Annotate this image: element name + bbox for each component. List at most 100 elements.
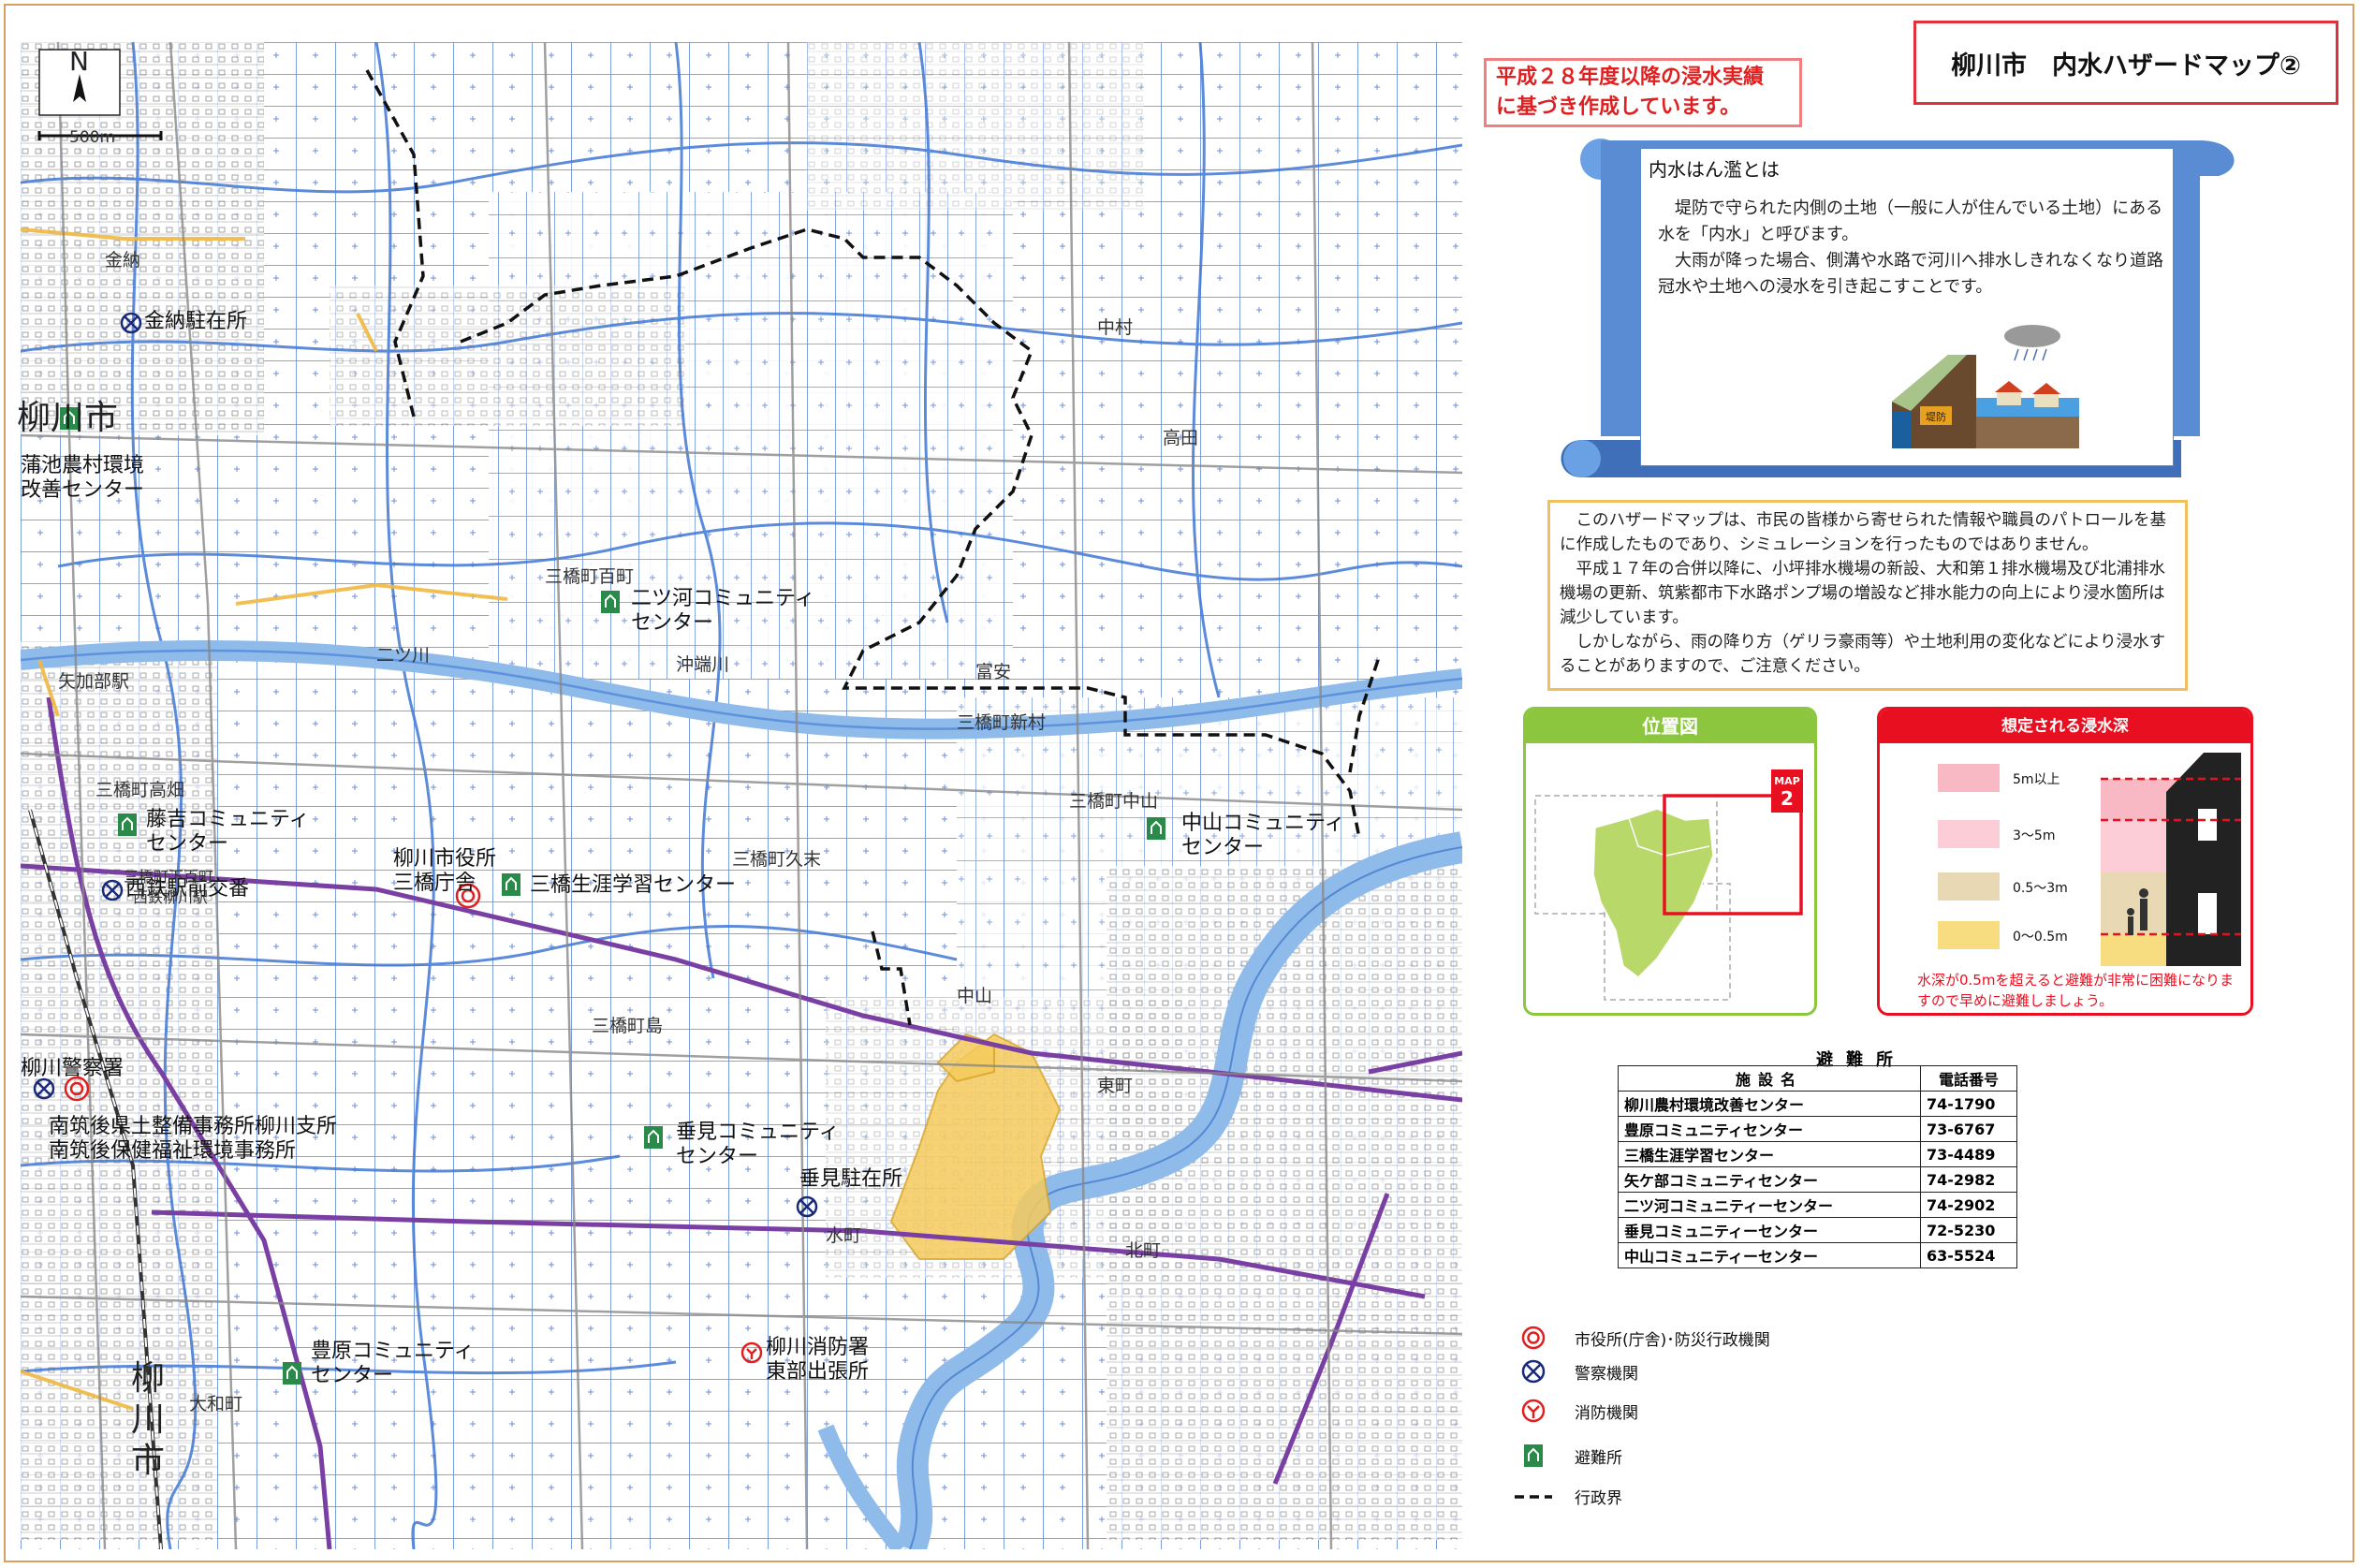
map-explanation: このハザードマップは、市民の皆様から寄せられた情報や職員のパトロールを基に作成し… bbox=[1547, 500, 2188, 691]
explanation-paragraph-3: しかしながら、雨の降り方（ゲリラ豪雨等）や土地利用の変化などにより浸水することが… bbox=[1560, 633, 2166, 676]
shelter-phone: 73-6767 bbox=[1920, 1116, 2017, 1142]
label-mitsuhashi-shimamachi: 三橋町島 bbox=[592, 1016, 664, 1036]
shelter-phone: 74-2902 bbox=[1920, 1192, 2017, 1218]
shelter-phone: 74-1790 bbox=[1920, 1091, 2017, 1117]
hazard-map[interactable]: N 500m 柳川市 柳 川 市 金納駐在所 蒲池農村環境 改善センター 二ツ河… bbox=[17, 42, 1462, 1549]
label-nishitetsu-station: 西鉄柳川駅 bbox=[133, 888, 209, 906]
label-mitsuhashi-shinmura: 三橋町新村 bbox=[957, 712, 1047, 733]
shelter-icon bbox=[1515, 1442, 1552, 1470]
city-name-label-vertical: 柳 川 市 bbox=[131, 1359, 166, 1480]
shelter-name: 三橋生涯学習センター bbox=[1618, 1141, 1921, 1167]
illustration-label: 堤防 bbox=[1926, 410, 1946, 423]
label-futatsugawa-river: 二ツ川 bbox=[376, 645, 431, 666]
label-yabe-station: 矢加部駅 bbox=[58, 671, 130, 692]
scroll-text: 堤防で守られた内側の土地（一般に人が住んでいる土地）にある水を「内水」と呼びます… bbox=[1658, 196, 2163, 300]
north-label: N bbox=[69, 46, 89, 77]
shelter-name: 二ツ河コミュニティーセンター bbox=[1618, 1192, 1921, 1218]
facility-futatsugawa[interactable]: 二ツ河コミュニティ センター bbox=[631, 587, 815, 636]
depth-label-0-0-5m: 0～0.5m bbox=[2013, 930, 2068, 945]
facility-toyohara[interactable]: 豊原コミュニティ センター bbox=[311, 1340, 475, 1388]
notice-box: 平成２８年度以降の浸水実績 に基づき作成しています。 bbox=[1484, 58, 1802, 127]
police-icon bbox=[1515, 1357, 1552, 1385]
facility-fire-station[interactable]: 柳川消防署 東部出張所 bbox=[766, 1336, 869, 1385]
label-yanagawa-naka: 大和町 bbox=[189, 1394, 243, 1414]
fire-station-icon bbox=[1515, 1397, 1552, 1425]
notice-line-2: に基づき作成しています。 bbox=[1496, 95, 1741, 119]
facility-kanou-police[interactable]: 金納駐在所 bbox=[144, 310, 247, 334]
facility-nakayama[interactable]: 中山コミュニティ センター bbox=[1181, 812, 1345, 860]
table-row: 豊原コミュニティセンター 73-6767 bbox=[1618, 1116, 2017, 1142]
facility-fujiyoshi[interactable]: 藤吉コミュニティ センター bbox=[146, 808, 310, 857]
location-map-box: 位置図 MAP 2 bbox=[1523, 707, 1817, 1016]
depth-legend-title: 想定される浸水深 bbox=[1880, 710, 2250, 743]
shelter-name: 垂見コミュニティーセンター bbox=[1618, 1217, 1921, 1243]
location-badge-top: MAP bbox=[1774, 775, 1800, 787]
table-row: 二ツ河コミュニティーセンター 74-2902 bbox=[1618, 1192, 2017, 1218]
inundation-depth-legend: 想定される浸水深 5m以上 3～5m 0.5～3m 0～0.5m 水深が0.5m… bbox=[1877, 707, 2253, 1016]
depth-label-5m-plus: 5m以上 bbox=[2013, 772, 2060, 787]
shelter-name: 中山コミュニティーセンター bbox=[1618, 1242, 1921, 1268]
facility-mitsuhashi-learning[interactable]: 三橋生涯学習センター bbox=[530, 873, 736, 898]
map-canvas bbox=[21, 42, 1462, 1549]
label-tomiyasu: 富安 bbox=[975, 662, 1012, 682]
table-row: 三橋生涯学習センター 73-4489 bbox=[1618, 1141, 2017, 1167]
legend-shelter: 避難所 bbox=[1515, 1442, 1622, 1470]
table-row: 垂見コミュニティーセンター 72-5230 bbox=[1618, 1217, 2017, 1243]
inundation-illustration: 堤防 bbox=[1892, 325, 2079, 448]
facility-minami-chikugo[interactable]: 南筑後県土整備事務所柳川支所 南筑後保健福祉環境事務所 bbox=[49, 1115, 337, 1164]
explanation-paragraph-1: このハザードマップは、市民の皆様から寄せられた情報や職員のパトロールを基に作成し… bbox=[1560, 511, 2167, 554]
page-title: 柳川市 内水ハザードマップ② bbox=[1913, 21, 2338, 105]
shelter-phone: 73-4489 bbox=[1920, 1141, 2017, 1167]
legend-boundary: 行政界 bbox=[1515, 1485, 1622, 1508]
table-row: 矢ケ部コミュニティセンター 74-2982 bbox=[1618, 1166, 2017, 1193]
shelter-table-header: 施設名 電話番号 bbox=[1618, 1065, 2017, 1092]
legend-police: 警察機関 bbox=[1515, 1357, 1638, 1385]
legend-fire: 消防機関 bbox=[1515, 1397, 1638, 1425]
depth-label-0-5-3m: 0.5～3m bbox=[2013, 881, 2068, 896]
inundation-explainer-scroll: 内水はん濫とは 堤防で守られた内側の土地（一般に人が住んでいる土地）にある水を「… bbox=[1545, 131, 2247, 477]
scroll-paragraph-1: 堤防で守られた内側の土地（一般に人が住んでいる土地）にある水を「内水」と呼びます… bbox=[1658, 198, 2163, 244]
label-mitsuhashi-kume: 三橋町久末 bbox=[732, 849, 822, 870]
facility-yanagawa-police[interactable]: 柳川警察署 bbox=[21, 1057, 124, 1081]
location-map: MAP 2 bbox=[1534, 769, 1803, 1001]
shelter-header-phone: 電話番号 bbox=[1920, 1065, 2017, 1092]
depth-swatch-0-0-5m bbox=[1938, 921, 2000, 949]
city-hall-icon bbox=[1515, 1324, 1552, 1352]
shelter-phone: 63-5524 bbox=[1920, 1242, 2017, 1268]
label-nakayama-field: 中山 bbox=[957, 986, 993, 1006]
shelter-name: 豊原コミュニティセンター bbox=[1618, 1116, 1921, 1142]
table-row: 中山コミュニティーセンター 63-5524 bbox=[1618, 1242, 2017, 1268]
shelter-phone: 74-2982 bbox=[1920, 1166, 2017, 1193]
legend-city-hall: 市役所(庁舎)･防災行政機関 bbox=[1515, 1324, 1770, 1352]
depth-warning-note: 水深が0.5mを超えると避難が非常に困難になりますので早めに避難しましょう。 bbox=[1917, 972, 2235, 1009]
label-mitsuhashi-hyakumachi: 三橋町百町 bbox=[545, 566, 635, 587]
shelter-phone: 72-5230 bbox=[1920, 1217, 2017, 1243]
depth-swatch-5m-plus bbox=[1938, 764, 2000, 792]
label-higashi: 東町 bbox=[1097, 1076, 1134, 1096]
label-nakamura: 中村 bbox=[1097, 317, 1134, 338]
facility-tarumi-police[interactable]: 垂見駐在所 bbox=[799, 1167, 902, 1192]
facility-kamachi-center[interactable]: 蒲池農村環境 改善センター bbox=[21, 454, 144, 503]
location-map-title: 位置図 bbox=[1526, 710, 1814, 743]
label-mitsuhashi-takahata: 三橋町高畑 bbox=[95, 780, 185, 800]
label-okinohata: 沖端川 bbox=[676, 654, 730, 675]
table-row: 柳川農村環境改善センター 74-1790 bbox=[1618, 1091, 2017, 1117]
facility-tarumi-center[interactable]: 垂見コミュニティ センター bbox=[676, 1121, 840, 1169]
scroll-title: 内水はん濫とは bbox=[1649, 158, 1780, 181]
label-kitamachi: 北町 bbox=[1125, 1240, 1162, 1261]
shelter-name: 矢ケ部コミュニティセンター bbox=[1618, 1166, 1921, 1193]
city-name-label: 柳川市 bbox=[17, 399, 119, 437]
depth-swatch-0-5-3m bbox=[1938, 872, 2000, 901]
scroll-content: 内水はん濫とは 堤防で守られた内側の土地（一般に人が住んでいる土地）にある水を「… bbox=[1640, 148, 2174, 466]
location-badge-number: 2 bbox=[1781, 787, 1794, 810]
shelter-header-name: 施設名 bbox=[1618, 1065, 1921, 1092]
label-takada: 高田 bbox=[1163, 428, 1199, 448]
label-mizumachi: 水町 bbox=[826, 1225, 862, 1246]
label-mitsuhashi-shimo: 三橋町下百町 bbox=[124, 868, 214, 886]
shelter-name: 柳川農村環境改善センター bbox=[1618, 1091, 1921, 1117]
explanation-paragraph-2: 平成１７年の合併以降に、小坪排水機場の新設、大和第１排水機場及び北浦排水機場の更… bbox=[1560, 560, 2165, 627]
label-kanou: 金納 bbox=[105, 250, 141, 271]
facility-city-office[interactable]: 柳川市役所 三橋庁舎 bbox=[393, 847, 496, 896]
shelter-table: 施設名 電話番号 柳川農村環境改善センター 74-1790 豊原コミュニティセンタ… bbox=[1618, 1065, 2017, 1268]
scale-label: 500m bbox=[69, 128, 116, 147]
